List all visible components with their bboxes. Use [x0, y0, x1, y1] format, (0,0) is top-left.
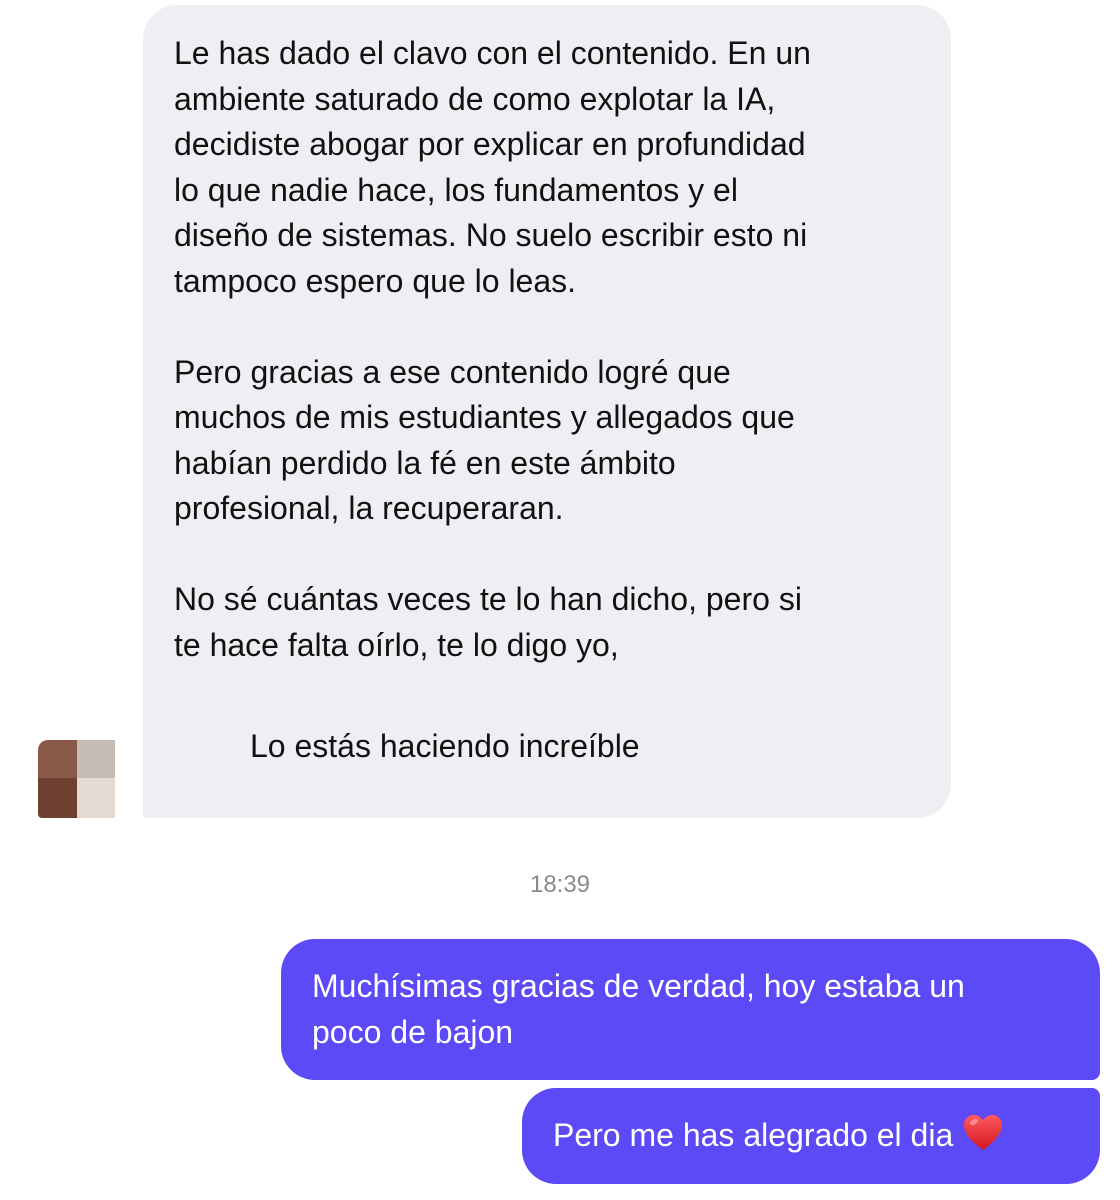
- outgoing-message-bubble[interactable]: Pero me has alegrado el dia: [522, 1088, 1100, 1184]
- message-closing-line: Lo estás haciendo increíble: [250, 728, 640, 765]
- outgoing-message-text: Pero me has alegrado el dia: [553, 1117, 954, 1153]
- message-paragraph-1: Le has dado el clavo con el contenido. E…: [174, 35, 811, 299]
- outgoing-message-bubble[interactable]: Muchísimas gracias de verdad, hoy estaba…: [281, 939, 1100, 1080]
- message-paragraph-3: No sé cuántas veces te lo han dicho, per…: [174, 580, 802, 663]
- heart-icon: [963, 1114, 1003, 1152]
- sender-avatar[interactable]: [38, 740, 115, 818]
- message-paragraph-2: Pero gracias a ese contenido logré que m…: [174, 353, 795, 527]
- outgoing-message-text: Muchísimas gracias de verdad, hoy estaba…: [312, 968, 965, 1050]
- message-timestamp: 18:39: [529, 871, 591, 898]
- incoming-message-bubble[interactable]: Le has dado el clavo con el contenido. E…: [143, 5, 951, 818]
- chat-thread: Le has dado el clavo con el contenido. E…: [0, 0, 1120, 1200]
